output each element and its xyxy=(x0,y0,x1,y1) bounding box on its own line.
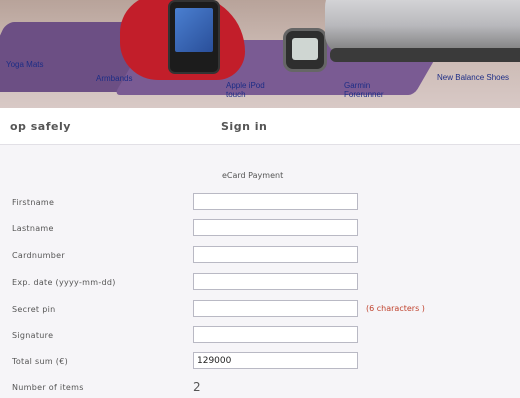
signature-input[interactable] xyxy=(193,326,358,343)
lastname-input[interactable] xyxy=(193,219,358,236)
form-row-number-of-items: Number of items 2 xyxy=(0,378,520,398)
exp-date-label: Exp. date (yyyy-mm-dd) xyxy=(12,278,116,287)
total-sum-label: Total sum (€) xyxy=(12,357,69,366)
banner-label-new-balance[interactable]: New Balance Shoes xyxy=(437,73,512,82)
banner-label-yoga-mats[interactable]: Yoga Mats xyxy=(6,60,44,69)
lastname-label: Lastname xyxy=(12,224,54,233)
number-of-items-label: Number of items xyxy=(12,383,84,392)
form-row-firstname: Firstname xyxy=(0,193,520,213)
cardnumber-label: Cardnumber xyxy=(12,251,65,260)
banner-label-apple-ipod[interactable]: Apple iPod touch xyxy=(226,81,286,99)
product-banner: Yoga Mats Armbands Apple iPod touch Garm… xyxy=(0,0,520,108)
payment-page: Yoga Mats Armbands Apple iPod touch Garm… xyxy=(0,0,520,397)
garmin-watch-image xyxy=(283,28,327,72)
form-row-exp-date: Exp. date (yyyy-mm-dd) xyxy=(0,273,520,293)
shoe-image xyxy=(325,0,520,55)
section-header: op safely Sign in xyxy=(0,108,520,145)
signature-label: Signature xyxy=(12,331,54,340)
shoe-sole xyxy=(330,48,520,62)
total-sum-input[interactable] xyxy=(193,352,358,369)
shop-safely-heading: op safely xyxy=(10,120,71,133)
number-of-items-value: 2 xyxy=(193,380,201,394)
sign-in-link[interactable]: Sign in xyxy=(221,120,267,133)
ipod-image xyxy=(168,0,220,74)
secret-pin-input[interactable] xyxy=(193,300,358,317)
firstname-label: Firstname xyxy=(12,198,55,207)
firstname-input[interactable] xyxy=(193,193,358,210)
banner-label-armbands[interactable]: Armbands xyxy=(96,74,132,83)
form-row-total-sum: Total sum (€) xyxy=(0,352,520,372)
ipod-screen xyxy=(175,8,213,52)
form-title: eCard Payment xyxy=(222,171,284,180)
cardnumber-input[interactable] xyxy=(193,246,358,263)
form-row-signature: Signature xyxy=(0,326,520,346)
form-row-lastname: Lastname xyxy=(0,219,520,239)
secret-pin-label: Secret pin xyxy=(12,305,56,314)
banner-label-garmin[interactable]: Garmin Forerunner xyxy=(344,81,404,99)
watch-face xyxy=(292,38,318,60)
exp-date-input[interactable] xyxy=(193,273,358,290)
secret-pin-hint: (6 characters ) xyxy=(366,304,425,313)
form-row-secret-pin: Secret pin (6 characters ) xyxy=(0,300,520,320)
form-row-cardnumber: Cardnumber xyxy=(0,246,520,266)
